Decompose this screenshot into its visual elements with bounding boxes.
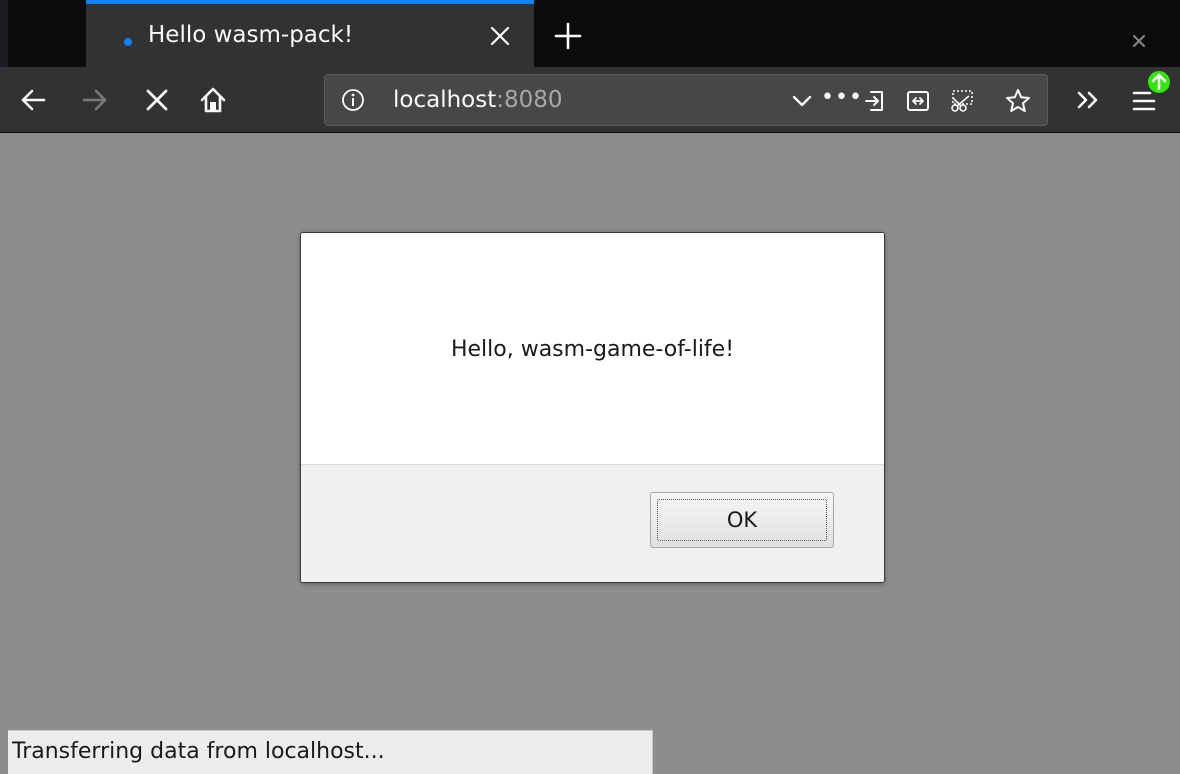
dialog-message: Hello, wasm-game-of-life! xyxy=(450,337,735,362)
home-icon[interactable] xyxy=(198,85,228,115)
screenshot-icon[interactable] xyxy=(905,88,931,114)
update-badge-icon[interactable] xyxy=(1146,69,1172,95)
bookmark-star-icon[interactable] xyxy=(1005,88,1031,114)
url-bar[interactable]: localhost:8080 ••• xyxy=(324,74,1048,126)
loading-dot-icon xyxy=(124,38,132,46)
url-text: localhost:8080 xyxy=(393,87,563,113)
clip-icon[interactable] xyxy=(949,88,975,114)
new-tab-icon[interactable] xyxy=(554,22,582,50)
back-icon[interactable] xyxy=(18,85,48,115)
page-actions-icon[interactable]: ••• xyxy=(821,85,863,110)
tab-strip-spacer xyxy=(0,0,8,67)
info-icon[interactable] xyxy=(341,88,365,112)
status-text: Transferring data from localhost... xyxy=(12,739,385,764)
url-port: :8080 xyxy=(496,87,563,113)
alert-dialog: Hello, wasm-game-of-life! OK xyxy=(300,232,885,583)
dropdown-icon[interactable] xyxy=(789,88,815,114)
dialog-button-area: OK xyxy=(301,464,884,582)
overflow-icon[interactable] xyxy=(1074,85,1104,115)
ok-button[interactable]: OK xyxy=(650,492,834,548)
status-bar: Transferring data from localhost... xyxy=(8,730,653,774)
tab-strip: Hello wasm-pack! xyxy=(0,0,1180,67)
tab-title: Hello wasm-pack! xyxy=(148,22,354,48)
forward-icon[interactable] xyxy=(80,85,110,115)
dialog-message-area: Hello, wasm-game-of-life! xyxy=(301,233,884,464)
reader-view-icon[interactable] xyxy=(863,88,889,114)
close-tab-icon[interactable] xyxy=(488,24,512,48)
tab-active-indicator xyxy=(86,0,534,4)
url-host: localhost xyxy=(393,87,497,113)
window-close-icon[interactable] xyxy=(1132,34,1146,48)
tab-active[interactable]: Hello wasm-pack! xyxy=(86,0,534,67)
ok-button-label: OK xyxy=(726,508,758,532)
stop-icon[interactable] xyxy=(142,85,172,115)
nav-toolbar: localhost:8080 ••• xyxy=(0,67,1180,133)
